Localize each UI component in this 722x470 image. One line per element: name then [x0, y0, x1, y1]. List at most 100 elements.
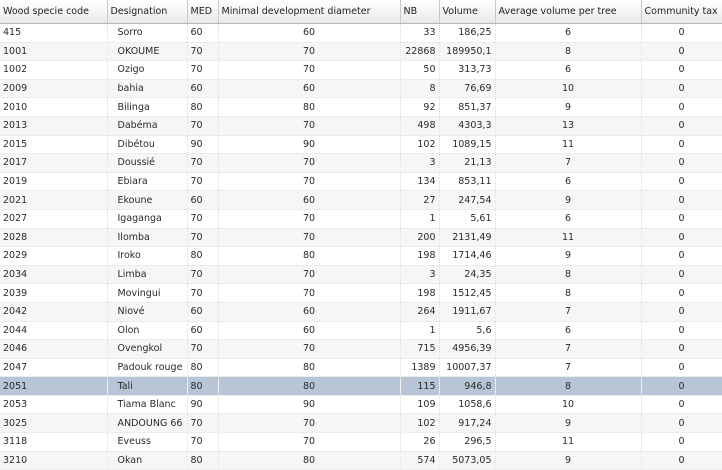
cell-med: 70 [187, 153, 219, 173]
cell-volume: 247,54 [439, 190, 496, 210]
cell-designation: Doussié [107, 153, 188, 173]
table-row[interactable]: 2029 Iroko 80 80 198 1714,46 9 0 [0, 246, 722, 266]
cell-minimal-development-diameter: 90 [218, 135, 401, 155]
cell-average-volume-per-tree: 6 [495, 172, 642, 192]
cell-med: 70 [187, 172, 219, 192]
cell-volume: 851,37 [439, 97, 496, 117]
cell-community-tax: 0 [641, 79, 722, 99]
table-row[interactable]: 3118 Eveuss 70 70 26 296,5 11 0 [0, 432, 722, 452]
cell-wood-specie-code: 2027 [0, 209, 108, 229]
cell-nb: 102 [400, 135, 440, 155]
column-header-volume[interactable]: Volume [439, 0, 496, 24]
cell-wood-specie-code: 3025 [0, 413, 108, 434]
table-row[interactable]: 3025 ANDOUNG 66 70 70 102 917,24 9 0 [0, 413, 722, 434]
table-row[interactable]: 2021 Ekoune 60 60 27 247,54 9 0 [0, 190, 722, 210]
column-header-wood-specie-code[interactable]: Wood specie code [0, 0, 108, 24]
cell-community-tax: 0 [641, 116, 722, 136]
table-row[interactable]: 1001 OKOUME 70 70 22868 189950,1 8 0 [0, 42, 722, 62]
cell-nb: 22868 [400, 42, 440, 62]
cell-minimal-development-diameter: 70 [218, 432, 401, 452]
cell-minimal-development-diameter: 80 [218, 97, 401, 117]
cell-designation: Padouk rouge [107, 358, 188, 378]
cell-community-tax: 0 [641, 42, 722, 62]
cell-wood-specie-code: 2042 [0, 302, 108, 322]
cell-average-volume-per-tree: 6 [495, 23, 642, 43]
cell-med: 80 [187, 246, 219, 266]
cell-designation: Ekoune [107, 190, 188, 210]
cell-med: 60 [187, 190, 219, 210]
cell-volume: 21,13 [439, 153, 496, 173]
table-row[interactable]: 2009 bahia 60 60 8 76,69 10 0 [0, 79, 722, 99]
table-row[interactable]: 2051 Tali 80 80 115 946,8 8 0 [0, 376, 722, 396]
cell-nb: 198 [400, 246, 440, 266]
cell-nb: 200 [400, 228, 440, 248]
table-row[interactable]: 2039 Movingui 70 70 198 1512,45 8 0 [0, 283, 722, 303]
column-header-med[interactable]: MED [187, 0, 219, 24]
table-row[interactable]: 2042 Niové 60 60 264 1911,67 7 0 [0, 302, 722, 322]
cell-volume: 186,25 [439, 23, 496, 43]
cell-community-tax: 0 [641, 246, 722, 266]
cell-wood-specie-code: 2009 [0, 79, 108, 99]
table-row[interactable]: 2017 Doussié 70 70 3 21,13 7 0 [0, 153, 722, 173]
cell-minimal-development-diameter: 80 [218, 451, 401, 470]
column-header-community-tax[interactable]: Community tax [641, 0, 722, 24]
cell-designation: Niové [107, 302, 188, 322]
column-header-minimal-development-diameter[interactable]: Minimal development diameter [218, 0, 401, 24]
table-row[interactable]: 2015 Dibétou 90 90 102 1089,15 11 0 [0, 135, 722, 155]
cell-med: 70 [187, 116, 219, 136]
table-row[interactable]: 3210 Okan 80 80 574 5073,05 9 0 [0, 451, 722, 470]
cell-nb: 92 [400, 97, 440, 117]
cell-minimal-development-diameter: 70 [218, 116, 401, 136]
cell-med: 70 [187, 42, 219, 62]
cell-nb: 264 [400, 302, 440, 322]
column-header-nb[interactable]: NB [400, 0, 440, 24]
cell-volume: 313,73 [439, 60, 496, 80]
cell-wood-specie-code: 2015 [0, 135, 108, 155]
cell-minimal-development-diameter: 60 [218, 190, 401, 210]
column-header-designation[interactable]: Designation [107, 0, 188, 24]
table-row[interactable]: 2034 Limba 70 70 3 24,35 8 0 [0, 265, 722, 285]
cell-designation: Eveuss [107, 432, 188, 452]
cell-average-volume-per-tree: 9 [495, 413, 642, 434]
table-row[interactable]: 2046 Ovengkol 70 70 715 4956,39 7 0 [0, 339, 722, 359]
cell-community-tax: 0 [641, 283, 722, 303]
cell-nb: 498 [400, 116, 440, 136]
table-row[interactable]: 2010 Bilinga 80 80 92 851,37 9 0 [0, 97, 722, 117]
cell-volume: 1089,15 [439, 135, 496, 155]
cell-wood-specie-code: 3118 [0, 432, 108, 452]
cell-designation: Movingui [107, 283, 188, 303]
table-row[interactable]: 2019 Ebiara 70 70 134 853,11 6 0 [0, 172, 722, 192]
cell-volume: 1714,46 [439, 246, 496, 266]
cell-wood-specie-code: 2051 [0, 376, 108, 396]
cell-wood-specie-code: 2034 [0, 265, 108, 285]
cell-average-volume-per-tree: 9 [495, 97, 642, 117]
cell-community-tax: 0 [641, 395, 722, 415]
column-header-average-volume-per-tree[interactable]: Average volume per tree [495, 0, 642, 24]
cell-minimal-development-diameter: 60 [218, 23, 401, 43]
cell-wood-specie-code: 2010 [0, 97, 108, 117]
cell-wood-specie-code: 2047 [0, 358, 108, 378]
cell-average-volume-per-tree: 11 [495, 432, 642, 452]
cell-nb: 715 [400, 339, 440, 359]
cell-nb: 134 [400, 172, 440, 192]
table-row[interactable]: 2053 Tiama Blanc 90 90 109 1058,6 10 0 [0, 395, 722, 415]
cell-nb: 27 [400, 190, 440, 210]
cell-designation: OKOUME [107, 42, 188, 62]
table-row[interactable]: 2047 Padouk rouge 80 80 1389 10007,37 7 0 [0, 358, 722, 378]
cell-minimal-development-diameter: 80 [218, 358, 401, 378]
table-row[interactable]: 415 Sorro 60 60 33 186,25 6 0 [0, 23, 722, 43]
cell-volume: 1911,67 [439, 302, 496, 322]
cell-designation: Ebiara [107, 172, 188, 192]
cell-med: 70 [187, 60, 219, 80]
table-row[interactable]: 2027 Igaganga 70 70 1 5,61 6 0 [0, 209, 722, 229]
cell-volume: 4303,3 [439, 116, 496, 136]
cell-med: 90 [187, 395, 219, 415]
table-row[interactable]: 1002 Ozigo 70 70 50 313,73 6 0 [0, 60, 722, 80]
table-row[interactable]: 2044 Olon 60 60 1 5,6 6 0 [0, 321, 722, 341]
cell-average-volume-per-tree: 13 [495, 116, 642, 136]
cell-average-volume-per-tree: 8 [495, 265, 642, 285]
cell-wood-specie-code: 2029 [0, 246, 108, 266]
table-row[interactable]: 2013 Dabéma 70 70 498 4303,3 13 0 [0, 116, 722, 136]
cell-average-volume-per-tree: 9 [495, 451, 642, 470]
table-row[interactable]: 2028 Ilomba 70 70 200 2131,49 11 0 [0, 228, 722, 248]
